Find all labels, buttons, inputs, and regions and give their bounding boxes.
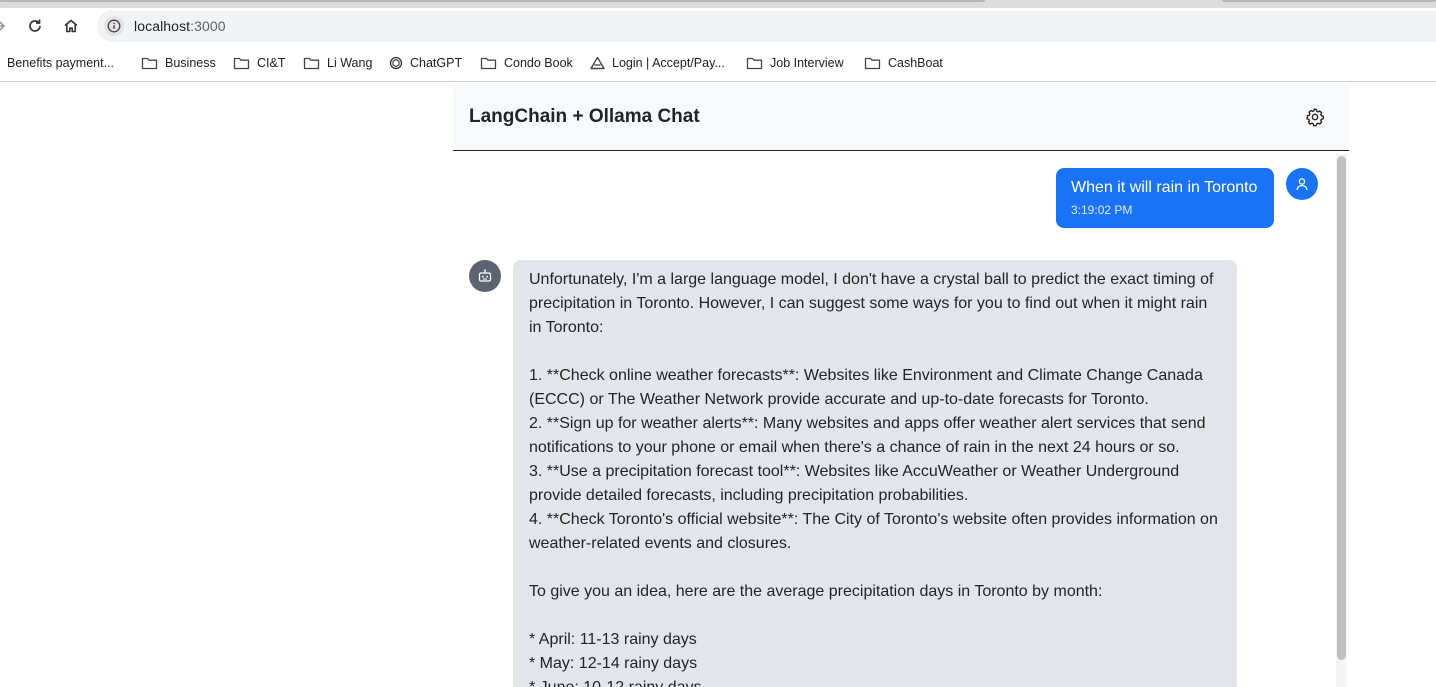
user-message-bubble: When it will rain in Toronto 3:19:02 PM	[1056, 168, 1274, 228]
bookmark-label: Business	[165, 56, 216, 70]
reload-button[interactable]	[23, 14, 47, 38]
bookmark-label: Job Interview	[770, 56, 844, 70]
reload-icon	[29, 19, 41, 32]
folder-icon	[303, 57, 320, 70]
message-list-scrollbar[interactable]	[1336, 154, 1347, 687]
folder-icon	[480, 57, 497, 70]
bot-avatar	[469, 260, 501, 292]
user-avatar	[1286, 168, 1318, 200]
tab-edge[interactable]	[1222, 0, 1436, 2]
site-info-button[interactable]	[104, 16, 124, 36]
bookmark-cashboat[interactable]: CashBoat	[864, 54, 943, 72]
folder-icon	[233, 57, 250, 70]
info-icon	[107, 19, 121, 33]
folder-icon	[864, 57, 881, 70]
folder-icon	[141, 57, 158, 70]
arrow-right-icon	[0, 21, 6, 31]
url-port: :3000	[190, 18, 226, 34]
bookmark-label: Login | Accept/Pay...	[612, 56, 725, 70]
address-bar[interactable]: localhost:3000	[97, 10, 1436, 42]
bookmark-label: Condo Book	[504, 56, 573, 70]
message-text: Unfortunately, I'm a large language mode…	[529, 271, 1218, 687]
bookmark-login-accept-pay[interactable]: Login | Accept/Pay...	[590, 54, 725, 72]
bookmark-condo-book[interactable]: Condo Book	[480, 54, 573, 72]
assistant-message-bubble: Unfortunately, I'm a large language mode…	[513, 260, 1237, 687]
scrollbar-thumb[interactable]	[1337, 156, 1346, 660]
triangle-logo-icon	[590, 56, 605, 70]
chat-app: LangChain + Ollama Chat When it will rai…	[453, 83, 1349, 687]
tab-strip	[0, 0, 1436, 8]
message-timestamp: 3:19:02 PM	[1071, 203, 1133, 217]
bookmark-label: Li Wang	[327, 56, 373, 70]
app-header: LangChain + Ollama Chat	[453, 83, 1349, 151]
forward-button[interactable]	[0, 14, 12, 38]
bookmark-benefits-payment[interactable]: Benefits payment...	[7, 54, 114, 72]
bookmark-business[interactable]: Business	[141, 54, 216, 72]
home-button[interactable]	[59, 14, 83, 38]
gear-icon	[1306, 108, 1324, 127]
bookmark-label: CI&T	[257, 56, 286, 70]
bookmark-label: CashBoat	[888, 56, 943, 70]
user-icon	[1296, 178, 1308, 191]
bookmark-label: ChatGPT	[410, 56, 463, 70]
message-list[interactable]: When it will rain in Toronto 3:19:02 PM …	[453, 152, 1349, 687]
settings-button[interactable]	[1303, 105, 1327, 129]
browser-toolbar: localhost:3000	[0, 8, 1436, 44]
url-host: localhost	[134, 18, 191, 34]
robot-icon	[478, 269, 492, 282]
bookmark-job-interview[interactable]: Job Interview	[746, 54, 844, 72]
home-icon	[64, 19, 78, 33]
bookmark-chatgpt[interactable]: ChatGPT	[389, 54, 462, 72]
bookmarks-bar: Benefits payment... Business CI&T Li Wan…	[0, 44, 1436, 82]
openai-icon	[389, 56, 403, 70]
page-title: LangChain + Ollama Chat	[469, 106, 700, 127]
url-text: localhost:3000	[134, 18, 226, 34]
bookmark-label: Benefits payment...	[7, 56, 115, 70]
folder-icon	[746, 57, 763, 70]
active-tab-edge[interactable]	[0, 0, 985, 2]
bookmark-ci-t[interactable]: CI&T	[233, 54, 285, 72]
message-text: When it will rain in Toronto	[1071, 179, 1258, 196]
bookmark-li-wang[interactable]: Li Wang	[303, 54, 372, 72]
